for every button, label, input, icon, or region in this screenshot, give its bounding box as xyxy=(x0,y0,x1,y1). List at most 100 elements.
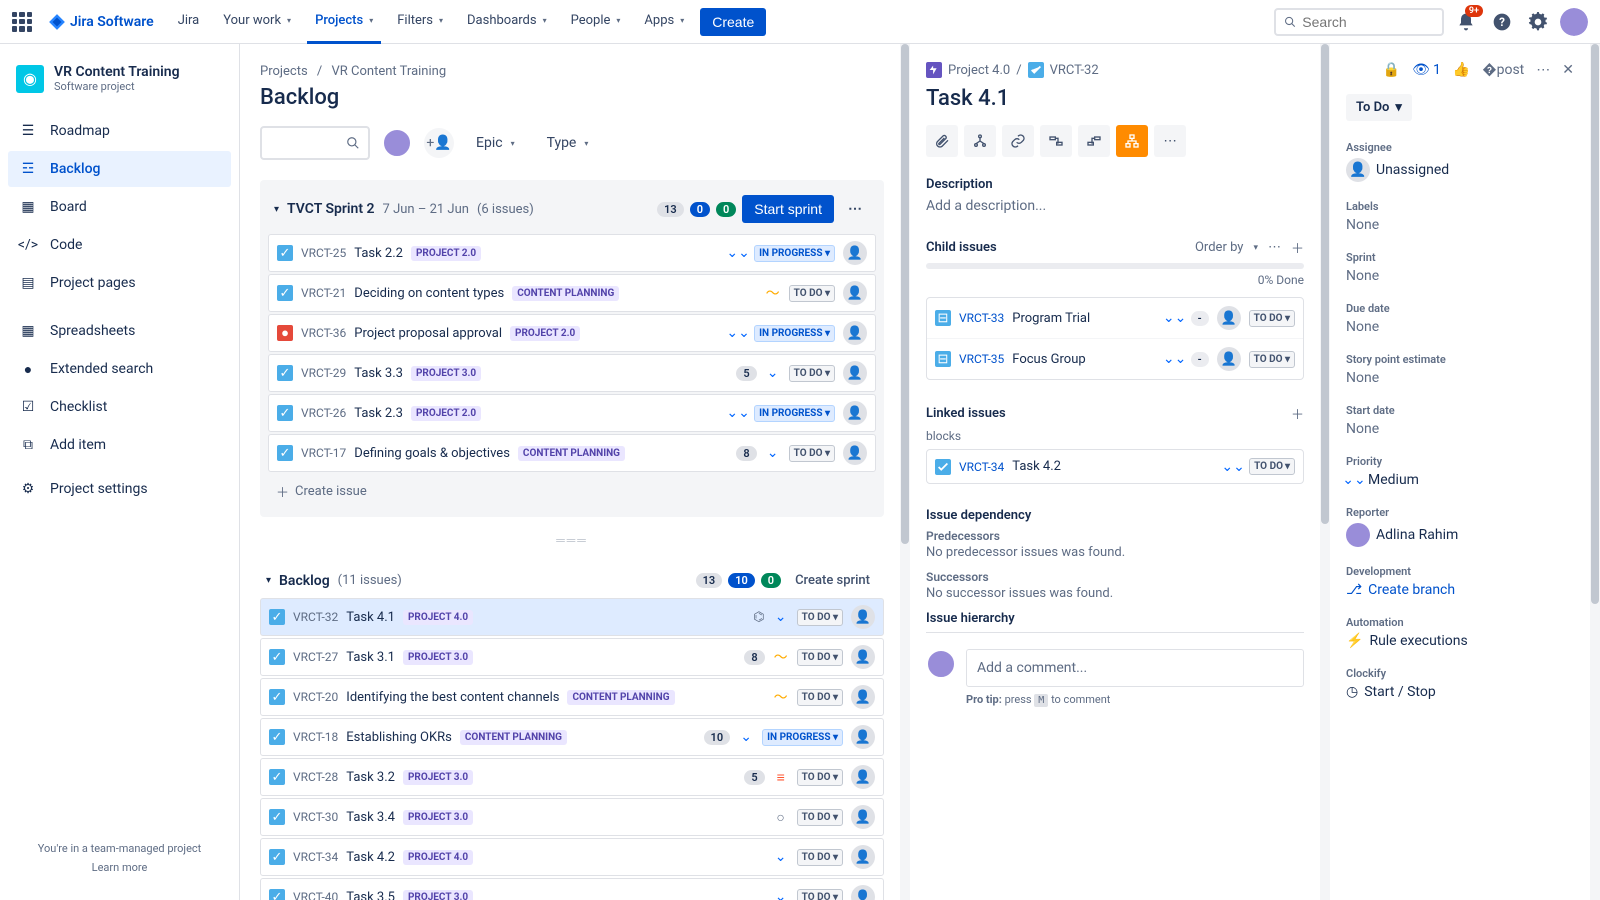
notifications-icon[interactable]: 9+ xyxy=(1452,8,1480,36)
issue-row[interactable]: ✓ VRCT-29 Task 3.3 PROJECT 3.0 5 ⌄ TO DO… xyxy=(268,354,876,392)
settings-icon[interactable] xyxy=(1524,8,1552,36)
status-lozenge[interactable]: TO DO ▾ xyxy=(797,889,843,900)
due-field[interactable]: None xyxy=(1346,319,1574,335)
link-button[interactable] xyxy=(1002,125,1034,157)
lock-icon[interactable]: 🔒 xyxy=(1383,62,1400,78)
add-child-button[interactable]: ＋ xyxy=(1291,238,1304,257)
assignee-avatar[interactable]: 👤 xyxy=(851,645,875,669)
add-link-button[interactable]: ＋ xyxy=(1291,404,1304,423)
sidebar-item-roadmap[interactable]: ☰Roadmap xyxy=(8,113,231,149)
status-lozenge[interactable]: TO DO ▾ xyxy=(797,769,843,786)
child-status[interactable]: TO DO ▾ xyxy=(1249,310,1295,327)
status-lozenge[interactable]: IN PROGRESS ▾ xyxy=(754,325,835,342)
type-filter[interactable]: Type xyxy=(537,129,599,157)
predecessor-button[interactable] xyxy=(1040,125,1072,157)
parent-epic-link[interactable]: Project 4.0 xyxy=(948,63,1010,78)
assignee-avatar[interactable]: 👤 xyxy=(851,725,875,749)
epic-tag[interactable]: PROJECT 3.0 xyxy=(403,770,473,785)
status-lozenge[interactable]: TO DO ▾ xyxy=(797,809,843,826)
linked-issue-row[interactable]: VRCT-34 Task 4.2 ⌄⌄ TO DO ▾ xyxy=(926,449,1304,484)
assignee-avatar[interactable]: 👤 xyxy=(843,441,867,465)
issue-row[interactable]: ✓ VRCT-25 Task 2.2 PROJECT 2.0 ⌄⌄ IN PRO… xyxy=(268,234,876,272)
sprint-more-icon[interactable]: ⋯ xyxy=(840,194,870,224)
status-lozenge[interactable]: TO DO ▾ xyxy=(797,649,843,666)
assignee-avatar[interactable]: 👤 xyxy=(851,685,875,709)
comment-input[interactable]: Add a comment... xyxy=(966,649,1304,687)
epic-tag[interactable]: CONTENT PLANNING xyxy=(567,690,674,705)
crumb-project[interactable]: VR Content Training xyxy=(332,64,447,79)
issue-row[interactable]: ✓ VRCT-20 Identifying the best content c… xyxy=(260,678,884,716)
create-issue-button[interactable]: ＋Create issue xyxy=(268,474,876,509)
assignee-field[interactable]: 👤Unassigned xyxy=(1346,158,1574,182)
share-icon[interactable]: �post xyxy=(1482,62,1524,78)
epic-tag[interactable]: PROJECT 4.0 xyxy=(403,610,473,625)
issue-row[interactable]: ✓ VRCT-21 Deciding on content types CONT… xyxy=(268,274,876,312)
status-lozenge[interactable]: IN PROGRESS ▾ xyxy=(754,245,835,262)
epic-tag[interactable]: PROJECT 3.0 xyxy=(403,650,473,665)
sidebar-item-add[interactable]: ⧉Add item xyxy=(8,427,231,463)
sidebar-item-pages[interactable]: ▤Project pages xyxy=(8,265,231,301)
help-icon[interactable]: ? xyxy=(1488,8,1516,36)
child-assignee[interactable]: 👤 xyxy=(1217,347,1241,371)
collapse-icon[interactable]: ▾ xyxy=(274,204,279,215)
detail-scrollbar[interactable] xyxy=(1320,44,1330,900)
epic-tag[interactable]: PROJECT 2.0 xyxy=(510,326,580,341)
status-lozenge[interactable]: IN PROGRESS ▾ xyxy=(762,729,843,746)
sprint-field[interactable]: None xyxy=(1346,268,1574,284)
status-dropdown[interactable]: To Do ▾ xyxy=(1346,94,1412,121)
status-lozenge[interactable]: TO DO ▾ xyxy=(797,609,843,626)
create-button[interactable]: Create xyxy=(700,8,766,36)
epic-tag[interactable]: PROJECT 2.0 xyxy=(411,246,481,261)
drag-divider[interactable]: ═══ xyxy=(260,533,884,547)
issue-row[interactable]: ✓ VRCT-27 Task 3.1 PROJECT 3.0 8 〜 TO DO… xyxy=(260,638,884,676)
watch-button[interactable]: 👁 1 xyxy=(1412,62,1441,78)
more-actions-button[interactable]: ⋯ xyxy=(1154,125,1186,157)
sidebar-item-code[interactable]: </>Code xyxy=(8,227,231,263)
child-assignee[interactable]: 👤 xyxy=(1217,306,1241,330)
more-icon[interactable]: ⋯ xyxy=(1536,62,1550,78)
assignee-avatar[interactable]: 👤 xyxy=(851,805,875,829)
jira-logo[interactable]: Jira Software xyxy=(48,13,154,31)
automation-field[interactable]: ⚡ Rule executions xyxy=(1346,633,1574,649)
labels-field[interactable]: None xyxy=(1346,217,1574,233)
reporter-field[interactable]: Adlina Rahim xyxy=(1346,523,1574,547)
assignee-avatar[interactable]: 👤 xyxy=(851,885,875,900)
child-more-icon[interactable]: ⋯ xyxy=(1268,240,1281,255)
issue-row[interactable]: ✓ VRCT-34 Task 4.2 PROJECT 4.0 ⌄ TO DO ▾… xyxy=(260,838,884,876)
close-icon[interactable]: ✕ xyxy=(1562,62,1574,78)
nav-apps[interactable]: Apps xyxy=(636,0,692,44)
nav-jira[interactable]: Jira xyxy=(170,0,208,44)
sidebar-item-checklist[interactable]: ☑Checklist xyxy=(8,389,231,425)
add-people-button[interactable]: +👤 xyxy=(424,128,454,158)
epic-filter[interactable]: Epic xyxy=(466,129,525,157)
issue-row[interactable]: ✓ VRCT-40 Task 3.5 PROJECT 3.0 ⌄ TO DO ▾… xyxy=(260,878,884,900)
issue-row[interactable]: ✓ VRCT-30 Task 3.4 PROJECT 3.0 ○ TO DO ▾… xyxy=(260,798,884,836)
sidebar-item-backlog[interactable]: ☲Backlog xyxy=(8,151,231,187)
priority-field[interactable]: ⌄⌄Medium xyxy=(1346,472,1574,488)
props-scrollbar[interactable] xyxy=(1590,44,1600,900)
assignee-avatar[interactable]: 👤 xyxy=(843,361,867,385)
learn-more-link[interactable]: Learn more xyxy=(18,861,221,874)
nav-your-work[interactable]: Your work xyxy=(215,0,299,44)
issue-row[interactable]: ✓ VRCT-18 Establishing OKRs CONTENT PLAN… xyxy=(260,718,884,756)
assignee-avatar[interactable]: 👤 xyxy=(843,241,867,265)
crumb-projects[interactable]: Projects xyxy=(260,64,308,79)
backlog-search[interactable] xyxy=(260,126,370,160)
epic-tag[interactable]: CONTENT PLANNING xyxy=(518,446,625,461)
project-header[interactable]: ◉ VR Content Training Software project xyxy=(8,60,231,113)
epic-tag[interactable]: CONTENT PLANNING xyxy=(512,286,619,301)
issue-title[interactable]: Task 4.1 xyxy=(926,86,1304,111)
assignee-avatar[interactable]: 👤 xyxy=(843,401,867,425)
sidebar-item-board[interactable]: ▦Board xyxy=(8,189,231,225)
issue-row[interactable]: ✓ VRCT-17 Defining goals & objectives CO… xyxy=(268,434,876,472)
sidebar-item-settings[interactable]: ⚙Project settings xyxy=(8,471,231,507)
nav-dashboards[interactable]: Dashboards xyxy=(459,0,555,44)
hierarchy-button[interactable] xyxy=(1116,125,1148,157)
child-issue-row[interactable]: ⊟ VRCT-35 Focus Group ⌄⌄ - 👤 TO DO ▾ xyxy=(927,339,1303,379)
global-search[interactable] xyxy=(1274,8,1444,36)
sidebar-item-extended-search[interactable]: ●Extended search xyxy=(8,351,231,387)
start-sprint-button[interactable]: Start sprint xyxy=(742,195,834,223)
issue-key[interactable]: VRCT-32 xyxy=(1050,63,1099,78)
epic-tag[interactable]: PROJECT 4.0 xyxy=(403,850,473,865)
epic-tag[interactable]: PROJECT 3.0 xyxy=(411,366,481,381)
